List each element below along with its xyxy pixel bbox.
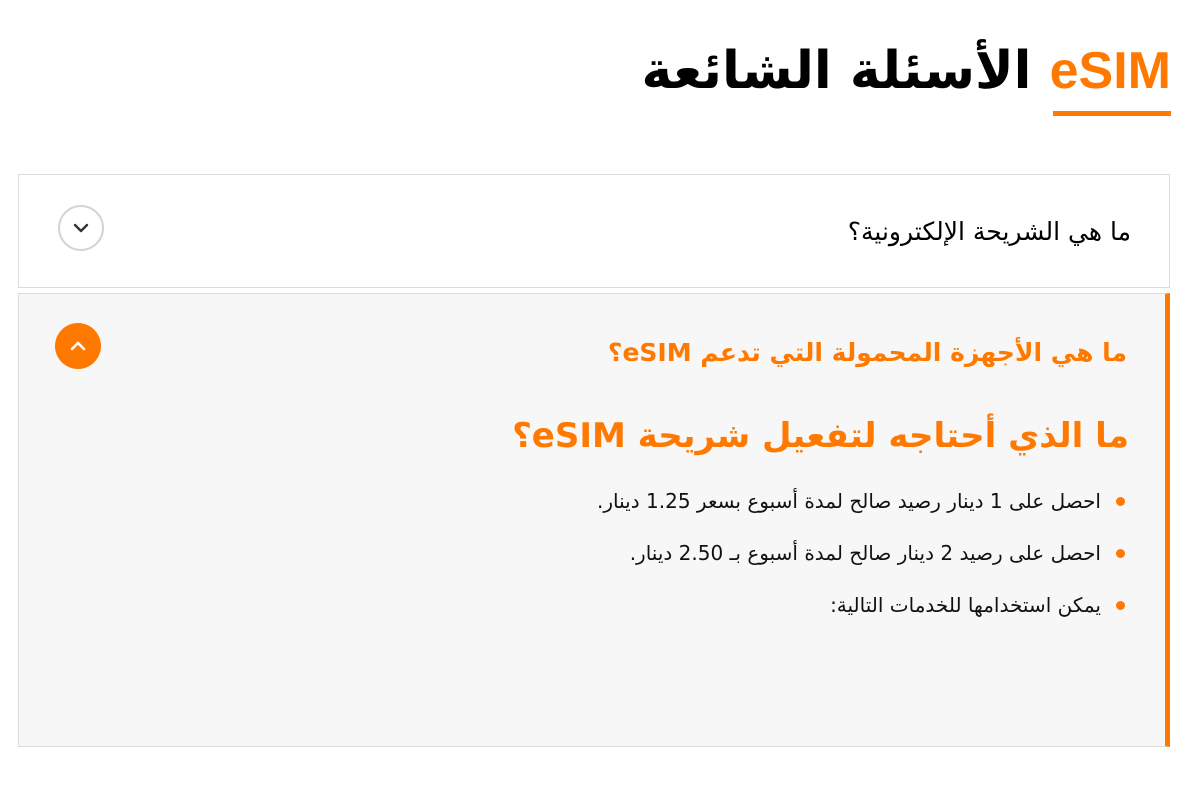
faq-page: eSIM الأسئلة الشائعة ما هي الشريحة الإلك… [0, 0, 1183, 802]
list-item-text: يمكن استخدامها للخدمات التالية: [830, 593, 1101, 617]
expand-button[interactable] [58, 205, 104, 251]
bullet-icon [1116, 497, 1125, 506]
list-item: احصل على 1 دينار رصيد صالح لمدة أسبوع بس… [597, 486, 1127, 538]
chevron-down-icon [73, 223, 89, 233]
answer-bullet-list: احصل على 1 دينار رصيد صالح لمدة أسبوع بس… [597, 486, 1127, 642]
faq-question[interactable]: ما هي الشريحة الإلكترونية؟ [848, 217, 1131, 246]
page-title-brand: eSIM [1049, 42, 1171, 100]
page-title-text: الأسئلة الشائعة [641, 41, 1032, 101]
faq-item-supported-devices[interactable]: ما هي الأجهزة المحمولة التي تدعم eSIM؟ م… [18, 293, 1170, 747]
bullet-icon [1116, 549, 1125, 558]
answer-heading: ما الذي أحتاجه لتفعيل شريحة eSIM؟ [512, 416, 1129, 456]
chevron-up-icon [70, 341, 86, 351]
faq-item-what-is-esim[interactable]: ما هي الشريحة الإلكترونية؟ [18, 174, 1170, 288]
title-underline [1053, 111, 1171, 116]
list-item: يمكن استخدامها للخدمات التالية: [597, 590, 1127, 642]
page-title: eSIM الأسئلة الشائعة [642, 36, 1171, 106]
faq-question[interactable]: ما هي الأجهزة المحمولة التي تدعم eSIM؟ [608, 338, 1127, 367]
list-item-text: احصل على رصيد 2 دينار صالح لمدة أسبوع بـ… [629, 541, 1101, 565]
collapse-button[interactable] [55, 323, 101, 369]
bullet-icon [1116, 601, 1125, 610]
list-item: احصل على رصيد 2 دينار صالح لمدة أسبوع بـ… [597, 538, 1127, 590]
list-item-text: احصل على 1 دينار رصيد صالح لمدة أسبوع بس… [597, 489, 1101, 513]
